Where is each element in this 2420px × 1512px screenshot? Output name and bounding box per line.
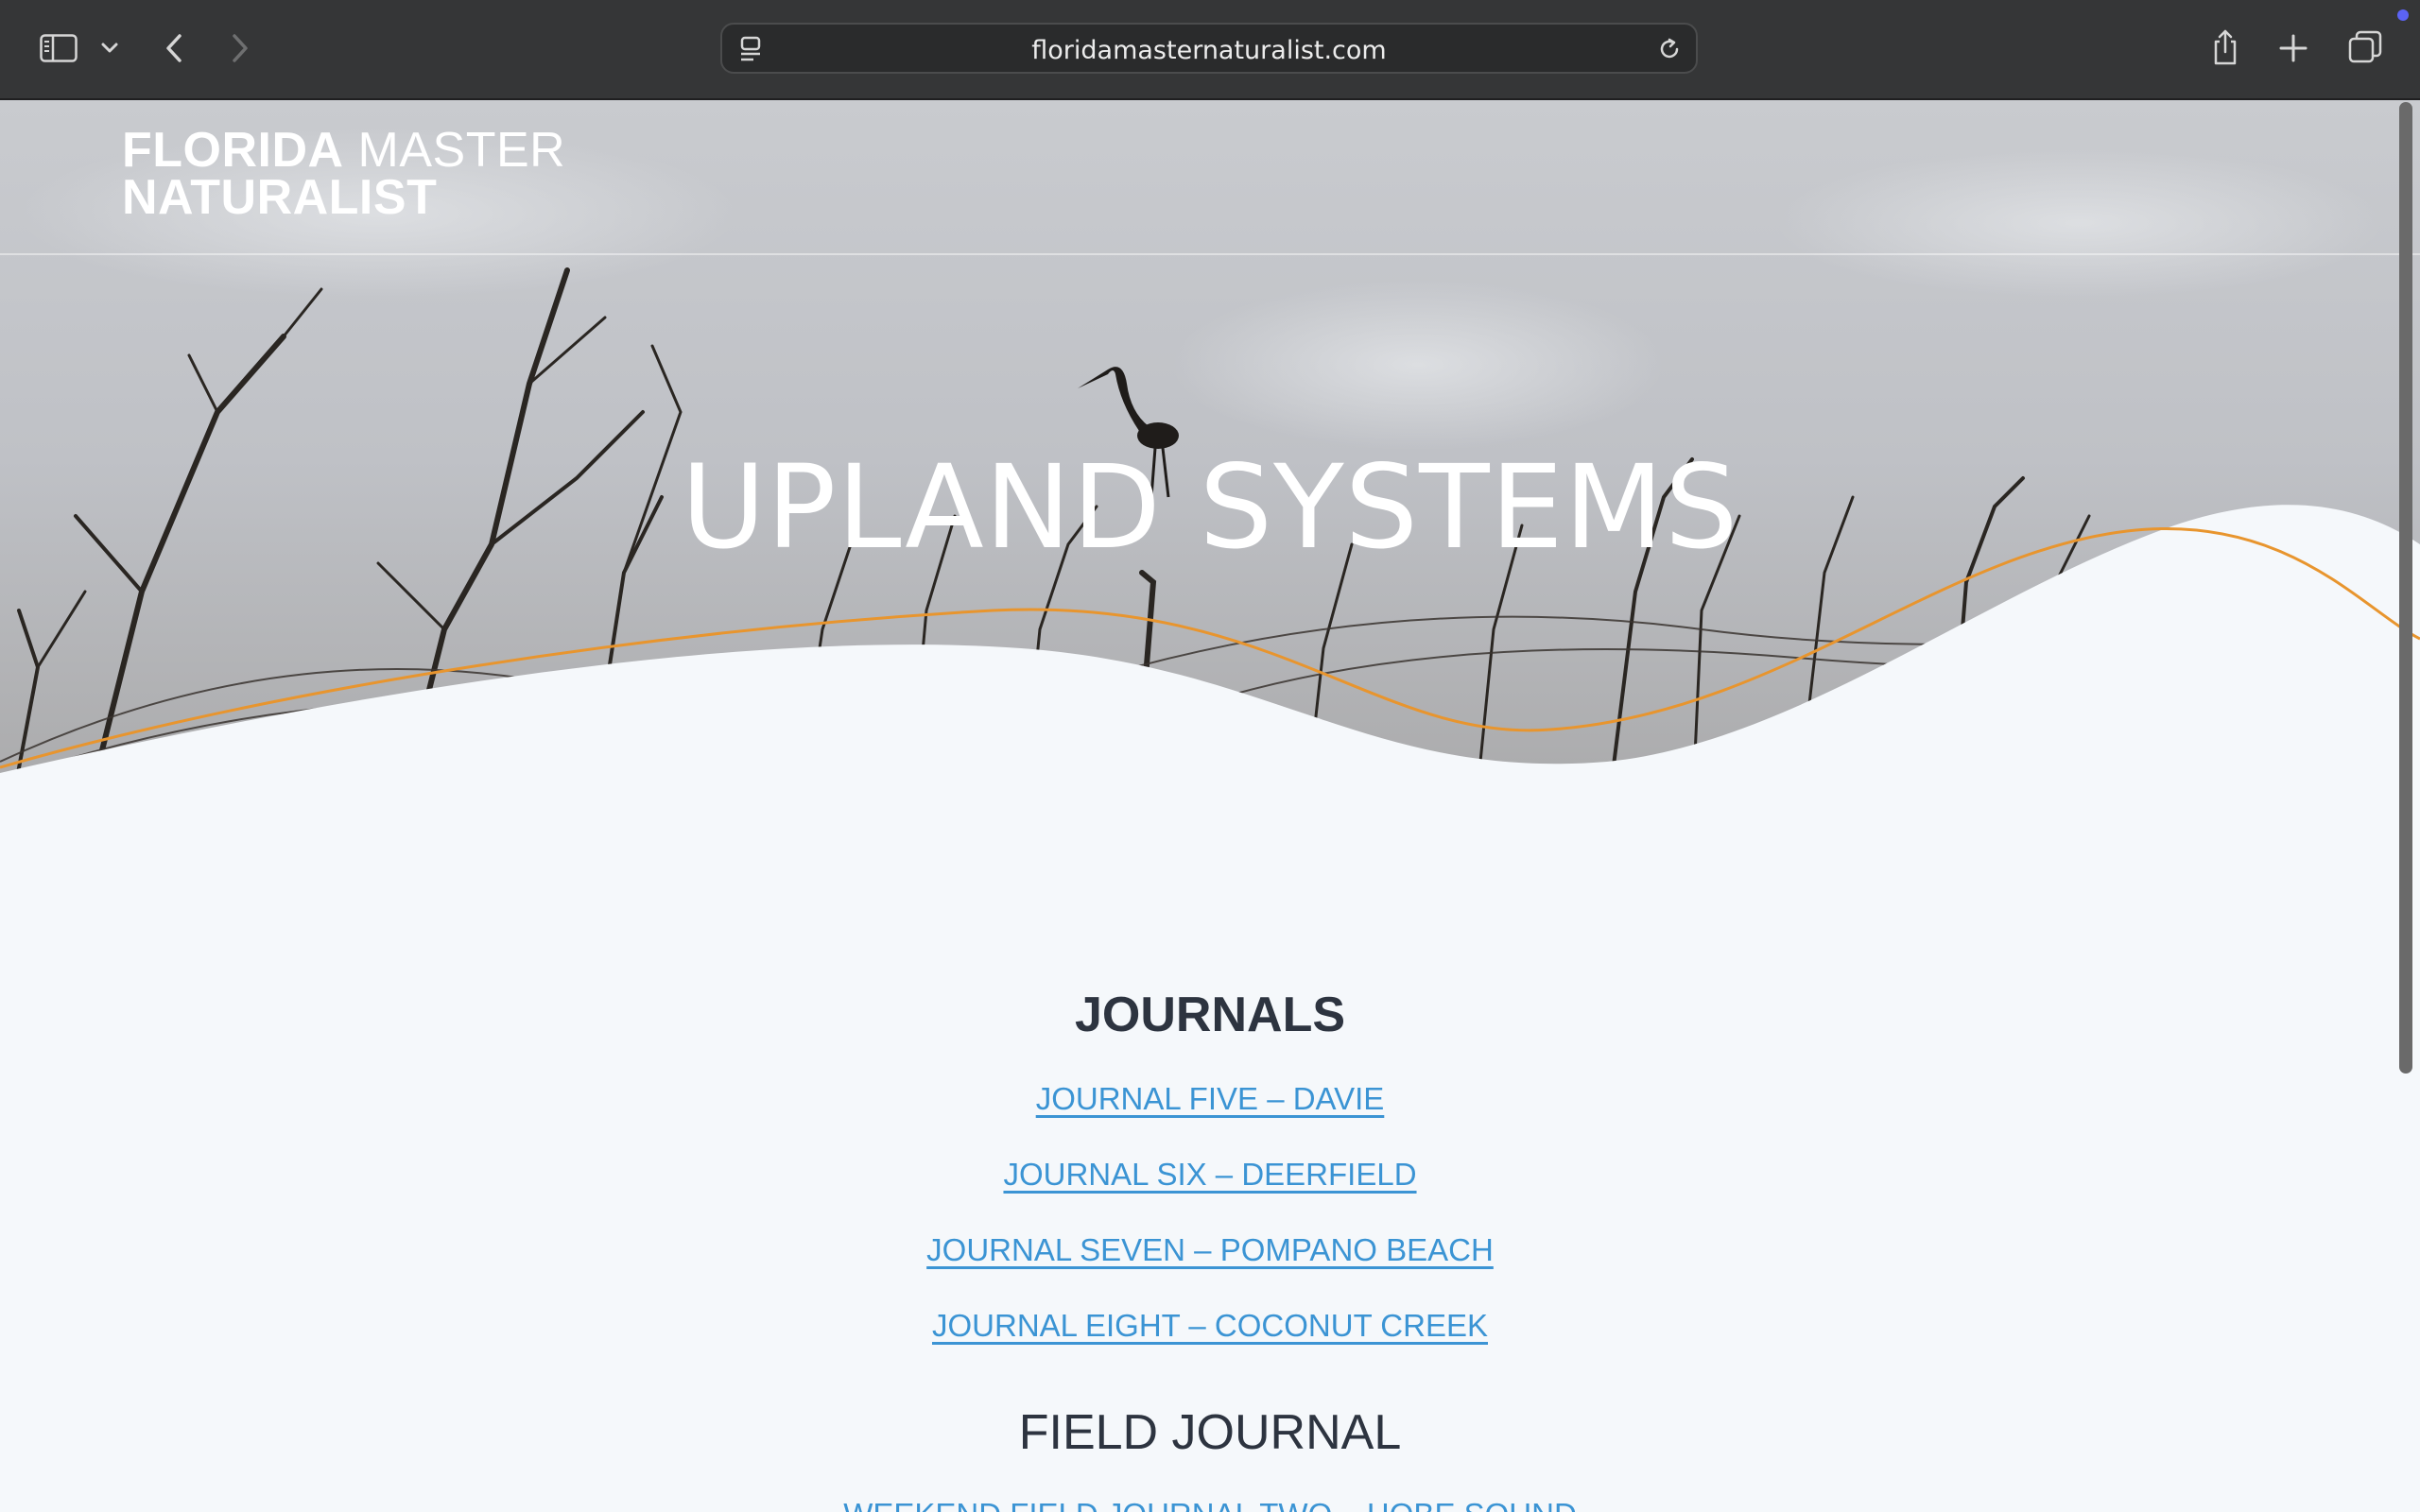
- share-icon: [2214, 29, 2237, 65]
- address-bar[interactable]: floridamasternaturalist.com: [720, 23, 1698, 74]
- hero-section: FLORIDA MASTER NATURALIST UPLAND SYSTEMS: [0, 100, 2420, 818]
- journal-link[interactable]: JOURNAL FIVE – DAVIE: [0, 1081, 2420, 1117]
- url-text: floridamasternaturalist.com: [1031, 36, 1387, 65]
- tabs-overview-icon: [2348, 30, 2382, 63]
- site-logo[interactable]: FLORIDA MASTER NATURALIST: [122, 126, 565, 222]
- page-title: UPLAND SYSTEMS: [681, 440, 1739, 575]
- new-tab-button[interactable]: [2274, 28, 2312, 68]
- journal-link[interactable]: JOURNAL SEVEN – POMPANO BEACH: [0, 1232, 2420, 1268]
- reload-icon: [1660, 38, 1679, 59]
- browser-toolbar: floridamasternaturalist.com: [0, 0, 2420, 100]
- sidebar-menu-button[interactable]: [95, 34, 125, 62]
- back-icon: [166, 34, 182, 62]
- forward-button[interactable]: [221, 28, 259, 68]
- journals-heading: JOURNALS: [1074, 988, 1346, 1042]
- tabs-overview-button[interactable]: [2344, 26, 2386, 68]
- forward-icon: [233, 34, 248, 62]
- field-journal-link[interactable]: WEEKEND FIELD JOURNAL TWO – HOBE SOUND: [0, 1497, 2420, 1512]
- sidebar-icon: [40, 34, 78, 62]
- notification-dot: [2397, 9, 2409, 21]
- new-tab-icon: [2279, 34, 2308, 62]
- share-button[interactable]: [2206, 25, 2244, 70]
- sidebar-toggle-button[interactable]: [34, 28, 83, 68]
- field-journal-heading: FIELD JOURNAL: [1018, 1405, 1402, 1460]
- reload-button[interactable]: [1654, 34, 1685, 64]
- journal-link[interactable]: JOURNAL SIX – DEERFIELD: [0, 1157, 2420, 1193]
- page-scrollbar[interactable]: [2399, 102, 2412, 1074]
- chevron-down-icon: [101, 43, 118, 53]
- site-header: FLORIDA MASTER NATURALIST: [0, 100, 2420, 255]
- journal-link[interactable]: JOURNAL EIGHT – COCONUT CREEK: [0, 1308, 2420, 1344]
- logo-naturalist: NATURALIST: [122, 170, 438, 225]
- web-page: FLORIDA MASTER NATURALIST UPLAND SYSTEMS…: [0, 100, 2420, 1512]
- back-button[interactable]: [155, 28, 193, 68]
